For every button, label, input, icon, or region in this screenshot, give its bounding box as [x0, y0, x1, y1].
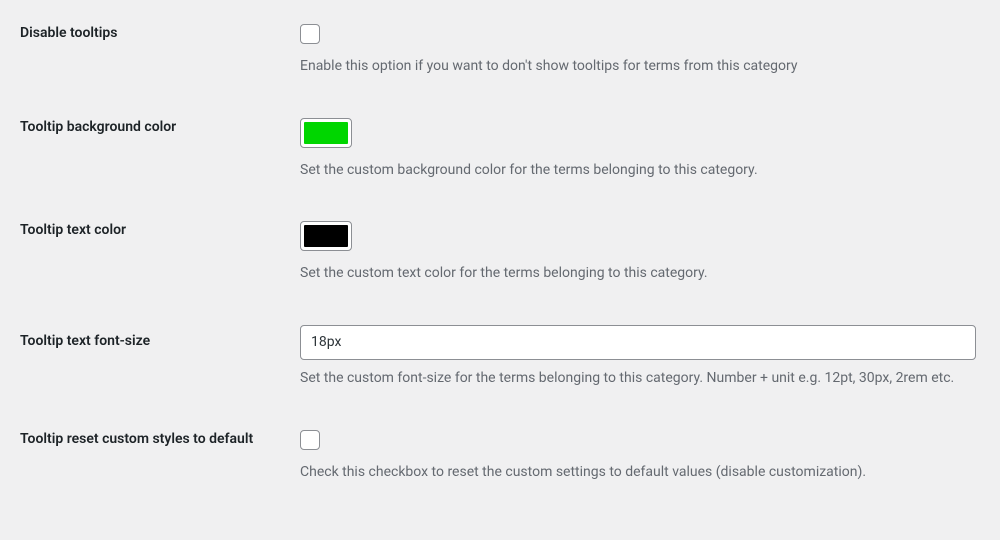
label-bg-color: Tooltip background color	[20, 118, 300, 138]
checkbox-disable-tooltips[interactable]	[300, 24, 320, 44]
content-disable-tooltips: Enable this option if you want to don't …	[300, 24, 980, 78]
description-disable-tooltips: Enable this option if you want to don't …	[300, 56, 980, 78]
color-swatch-bg	[304, 122, 348, 144]
color-swatch-text	[304, 225, 348, 247]
row-font-size: Tooltip text font-size Set the custom fo…	[20, 325, 980, 390]
content-bg-color: Set the custom background color for the …	[300, 118, 980, 182]
input-font-size[interactable]	[300, 325, 976, 360]
description-font-size: Set the custom font-size for the terms b…	[300, 368, 980, 390]
label-text-color: Tooltip text color	[20, 221, 300, 241]
color-picker-bg[interactable]	[300, 118, 352, 148]
content-font-size: Set the custom font-size for the terms b…	[300, 325, 980, 390]
checkbox-reset[interactable]	[300, 430, 320, 450]
content-text-color: Set the custom text color for the terms …	[300, 221, 980, 285]
label-font-size: Tooltip text font-size	[20, 325, 300, 352]
label-disable-tooltips: Disable tooltips	[20, 24, 300, 44]
row-disable-tooltips: Disable tooltips Enable this option if y…	[20, 24, 980, 78]
description-bg-color: Set the custom background color for the …	[300, 160, 980, 182]
label-reset: Tooltip reset custom styles to default	[20, 430, 300, 450]
description-reset: Check this checkbox to reset the custom …	[300, 462, 980, 484]
row-bg-color: Tooltip background color Set the custom …	[20, 118, 980, 182]
row-reset: Tooltip reset custom styles to default C…	[20, 430, 980, 484]
content-reset: Check this checkbox to reset the custom …	[300, 430, 980, 484]
row-text-color: Tooltip text color Set the custom text c…	[20, 221, 980, 285]
color-picker-text[interactable]	[300, 221, 352, 251]
description-text-color: Set the custom text color for the terms …	[300, 263, 980, 285]
